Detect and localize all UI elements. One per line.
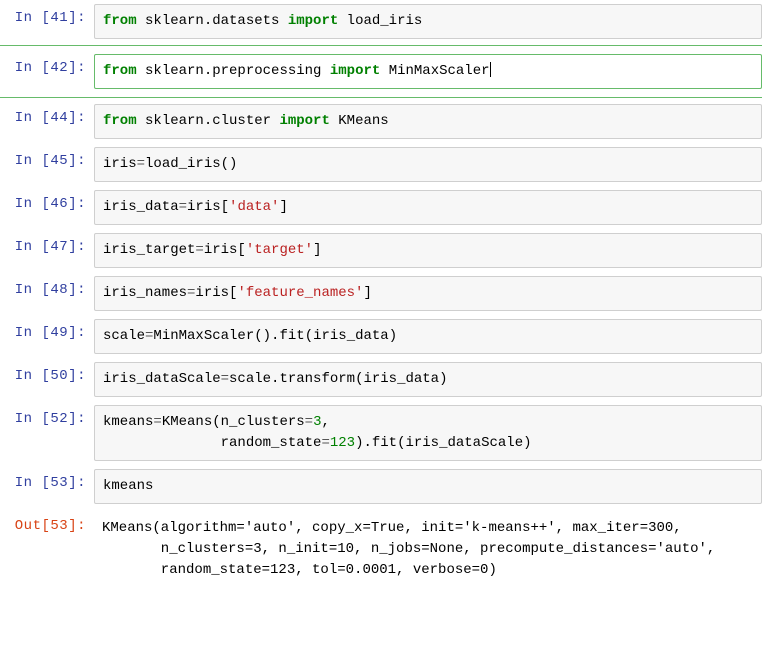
- code-token: scale.transform: [229, 371, 355, 387]
- code-input[interactable]: iris_target=iris['target']: [94, 233, 762, 268]
- output-cell: Out[53]:KMeans(algorithm='auto', copy_x=…: [0, 508, 762, 591]
- input-prompt: In [42]:: [0, 54, 94, 80]
- code-input[interactable]: iris_names=iris['feature_names']: [94, 276, 762, 311]
- code-input[interactable]: iris_dataScale=scale.transform(iris_data…: [94, 362, 762, 397]
- code-token: 'feature_names': [237, 285, 363, 301]
- code-token: scale: [103, 328, 145, 344]
- code-token: random_state: [103, 435, 321, 451]
- code-token: 123: [330, 435, 355, 451]
- code-token: iris_names: [103, 285, 187, 301]
- code-token: ().: [254, 328, 279, 344]
- code-token: MinMaxScaler: [389, 63, 490, 79]
- code-token: =: [137, 156, 145, 172]
- code-token: MinMaxScaler: [153, 328, 254, 344]
- code-token: from: [103, 113, 137, 129]
- input-prompt: In [48]:: [0, 276, 94, 302]
- code-token: ]: [363, 285, 371, 301]
- code-input[interactable]: scale=MinMaxScaler().fit(iris_data): [94, 319, 762, 354]
- code-token: =: [195, 242, 203, 258]
- input-prompt: In [47]:: [0, 233, 94, 259]
- code-token: iris_data: [103, 199, 179, 215]
- code-input[interactable]: iris=load_iris(): [94, 147, 762, 182]
- input-cell: In [41]:from sklearn.datasets import loa…: [0, 0, 762, 43]
- code-input[interactable]: kmeans: [94, 469, 762, 504]
- code-token: iris_target: [103, 242, 195, 258]
- code-token: (iris_data): [305, 328, 397, 344]
- code-token: sklearn.datasets: [145, 13, 279, 29]
- code-token: from: [103, 63, 137, 79]
- code-token: =: [153, 414, 161, 430]
- code-input[interactable]: from sklearn.preprocessing import MinMax…: [94, 54, 762, 89]
- code-token: [279, 13, 287, 29]
- code-token: =: [305, 414, 313, 430]
- code-token: KMeans: [162, 414, 212, 430]
- code-token: 'target': [246, 242, 313, 258]
- code-token: 'data': [229, 199, 279, 215]
- code-token: [137, 113, 145, 129]
- code-token: =: [321, 435, 329, 451]
- input-prompt: In [53]:: [0, 469, 94, 495]
- input-cell: In [52]:kmeans=KMeans(n_clusters=3, rand…: [0, 401, 762, 465]
- input-prompt: In [45]:: [0, 147, 94, 173]
- code-token: =: [221, 371, 229, 387]
- code-token: [380, 63, 388, 79]
- code-token: iris[: [204, 242, 246, 258]
- code-token: =: [179, 199, 187, 215]
- code-input[interactable]: iris_data=iris['data']: [94, 190, 762, 225]
- input-cell: In [48]:iris_names=iris['feature_names']: [0, 272, 762, 315]
- code-token: kmeans: [103, 414, 153, 430]
- code-token: iris[: [195, 285, 237, 301]
- code-token: (): [221, 156, 238, 172]
- input-prompt: In [44]:: [0, 104, 94, 130]
- input-cell: In [44]:from sklearn.cluster import KMea…: [0, 100, 762, 143]
- code-token: [338, 13, 346, 29]
- code-token: import: [288, 13, 338, 29]
- code-token: sklearn.cluster: [145, 113, 271, 129]
- code-token: fit: [279, 328, 304, 344]
- input-prompt: In [41]:: [0, 4, 94, 30]
- code-token: iris: [103, 156, 137, 172]
- code-token: from: [103, 13, 137, 29]
- code-token: ,: [321, 414, 329, 430]
- code-token: [321, 63, 329, 79]
- code-token: load_iris: [347, 13, 423, 29]
- code-input[interactable]: from sklearn.datasets import load_iris: [94, 4, 762, 39]
- code-token: iris_dataScale: [103, 371, 221, 387]
- code-token: iris[: [187, 199, 229, 215]
- input-prompt: In [46]:: [0, 190, 94, 216]
- input-cell: In [46]:iris_data=iris['data']: [0, 186, 762, 229]
- input-cell: In [45]:iris=load_iris(): [0, 143, 762, 186]
- output-prompt: Out[53]:: [0, 512, 94, 538]
- code-token: import: [279, 113, 329, 129]
- code-token: (n_clusters: [212, 414, 304, 430]
- code-token: import: [330, 63, 380, 79]
- input-cell: In [42]:from sklearn.preprocessing impor…: [0, 50, 762, 93]
- code-token: KMeans: [338, 113, 388, 129]
- code-token: ).fit(iris_dataScale): [355, 435, 531, 451]
- code-token: ]: [313, 242, 321, 258]
- code-token: load_iris: [145, 156, 221, 172]
- input-prompt: In [50]:: [0, 362, 94, 388]
- code-token: kmeans: [103, 478, 153, 494]
- text-cursor: [490, 62, 491, 77]
- input-cell: In [50]:iris_dataScale=scale.transform(i…: [0, 358, 762, 401]
- input-cell: In [49]:scale=MinMaxScaler().fit(iris_da…: [0, 315, 762, 358]
- code-token: sklearn.preprocessing: [145, 63, 321, 79]
- input-prompt: In [52]:: [0, 405, 94, 431]
- code-input[interactable]: from sklearn.cluster import KMeans: [94, 104, 762, 139]
- code-input[interactable]: kmeans=KMeans(n_clusters=3, random_state…: [94, 405, 762, 461]
- code-token: [137, 63, 145, 79]
- input-prompt: In [49]:: [0, 319, 94, 345]
- input-cell: In [53]: kmeans: [0, 465, 762, 508]
- code-token: (iris_data): [355, 371, 447, 387]
- code-token: ]: [279, 199, 287, 215]
- output-text: KMeans(algorithm='auto', copy_x=True, in…: [94, 512, 762, 587]
- code-token: [137, 13, 145, 29]
- input-cell: In [47]:iris_target=iris['target']: [0, 229, 762, 272]
